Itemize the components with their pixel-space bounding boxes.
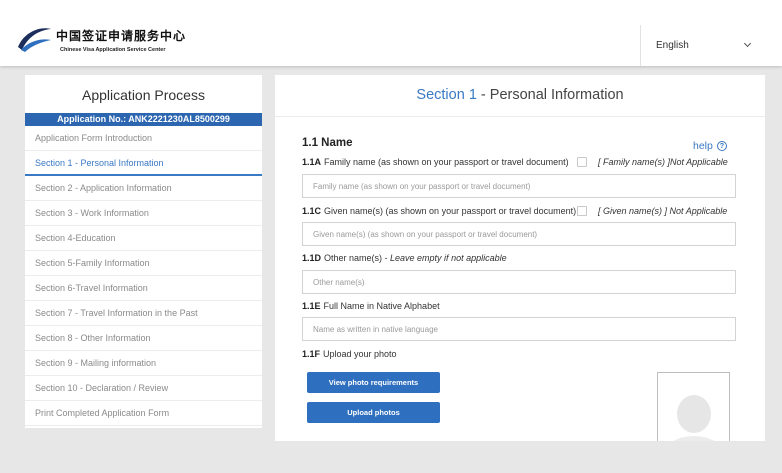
sidebar-item-section-8[interactable]: Section 8 - Other Information bbox=[25, 326, 262, 351]
form-panel: Section 1 - Personal Information 1.1 Nam… bbox=[275, 75, 765, 441]
site-logo[interactable]: 中国签证申请服务中心 Chinese Visa Application Serv… bbox=[16, 24, 186, 58]
native-name-number: 1.1E bbox=[302, 301, 321, 311]
top-header: 中国签证申请服务中心 Chinese Visa Application Serv… bbox=[0, 0, 782, 66]
photo-upload-number: 1.1F bbox=[302, 349, 321, 359]
family-name-not-applicable-label: [ Family name(s) ]Not Applicable bbox=[598, 157, 728, 167]
section-nav-list: Application Form Introduction Section 1 … bbox=[25, 126, 262, 426]
language-select-value: English bbox=[656, 40, 689, 51]
family-name-not-applicable-checkbox[interactable] bbox=[577, 157, 587, 167]
section-heading-title: - Personal Information bbox=[476, 87, 624, 103]
native-name-label-text: Full Name in Native Alphabet bbox=[323, 301, 440, 311]
chevron-down-icon bbox=[743, 39, 752, 48]
language-select[interactable]: English bbox=[640, 25, 768, 66]
other-name-hint: Leave empty if not applicable bbox=[390, 253, 507, 263]
photo-upload-label: 1.1F Upload your photo bbox=[302, 348, 397, 360]
swoosh-logo-icon bbox=[18, 28, 51, 52]
help-link[interactable]: help? bbox=[693, 137, 727, 152]
silhouette-head bbox=[677, 395, 711, 433]
sidebar-item-introduction[interactable]: Application Form Introduction bbox=[25, 126, 262, 151]
given-name-label-text: Given name(s) (as shown on your passport… bbox=[324, 206, 577, 216]
other-name-input[interactable] bbox=[302, 270, 736, 294]
sidebar-item-section-3[interactable]: Section 3 - Work Information bbox=[25, 201, 262, 226]
given-name-number: 1.1C bbox=[302, 206, 322, 216]
other-name-label: 1.1D Other name(s) - Leave empty if not a… bbox=[302, 252, 507, 264]
application-process-sidebar: Application Process Application No.: ANK… bbox=[25, 75, 262, 428]
other-name-number: 1.1D bbox=[302, 253, 322, 263]
subsection-title: 1.1 Name bbox=[302, 137, 353, 149]
sidebar-item-section-7[interactable]: Section 7 - Travel Information in the Pa… bbox=[25, 301, 262, 326]
section-heading-number: Section 1 bbox=[416, 87, 477, 103]
help-label: help bbox=[693, 139, 713, 152]
family-name-number: 1.1A bbox=[302, 157, 322, 167]
given-name-input[interactable] bbox=[302, 222, 736, 246]
native-name-input[interactable] bbox=[302, 317, 736, 341]
silhouette-shoulders bbox=[663, 436, 725, 441]
logo-english-text: Chinese Visa Application Service Center bbox=[60, 47, 166, 53]
sidebar-item-section-4[interactable]: Section 4-Education bbox=[25, 226, 262, 251]
sidebar-item-section-2[interactable]: Section 2 - Application Information bbox=[25, 176, 262, 201]
photo-upload-label-text: Upload your photo bbox=[323, 349, 397, 359]
upload-photos-button[interactable]: Upload photos bbox=[307, 402, 440, 423]
sidebar-item-section-6[interactable]: Section 6-Travel Information bbox=[25, 276, 262, 301]
family-name-input[interactable] bbox=[302, 174, 736, 198]
sidebar-item-section-9[interactable]: Section 9 - Mailing information bbox=[25, 351, 262, 376]
application-number-bar: Application No.: ANK2221230AL8500299 bbox=[25, 113, 262, 126]
given-name-not-applicable-label: [ Given name(s) ] Not Applicable bbox=[598, 206, 728, 216]
sidebar-item-section-1[interactable]: Section 1 - Personal Information bbox=[25, 151, 262, 176]
sidebar-item-section-10[interactable]: Section 10 - Declaration / Review bbox=[25, 376, 262, 401]
view-photo-requirements-button[interactable]: View photo requirements bbox=[307, 372, 440, 393]
question-circle-icon: ? bbox=[716, 140, 727, 151]
logo-chinese-text: 中国签证申请服务中心 bbox=[56, 29, 187, 43]
family-name-label-text: Family name (as shown on your passport o… bbox=[324, 157, 569, 167]
family-name-label: 1.1A Family name (as shown on your passpo… bbox=[302, 156, 569, 168]
other-name-label-text: Other name(s) - bbox=[324, 253, 391, 263]
photo-preview bbox=[657, 372, 730, 441]
sidebar-item-section-5[interactable]: Section 5-Family Information bbox=[25, 251, 262, 276]
section-heading: Section 1 - Personal Information bbox=[275, 75, 765, 117]
native-name-label: 1.1E Full Name in Native Alphabet bbox=[302, 300, 440, 312]
given-name-not-applicable-checkbox[interactable] bbox=[577, 206, 587, 216]
sidebar-item-print[interactable]: Print Completed Application Form bbox=[25, 401, 262, 426]
sidebar-title: Application Process bbox=[82, 87, 205, 103]
given-name-label: 1.1C Given name(s) (as shown on your pass… bbox=[302, 205, 576, 217]
